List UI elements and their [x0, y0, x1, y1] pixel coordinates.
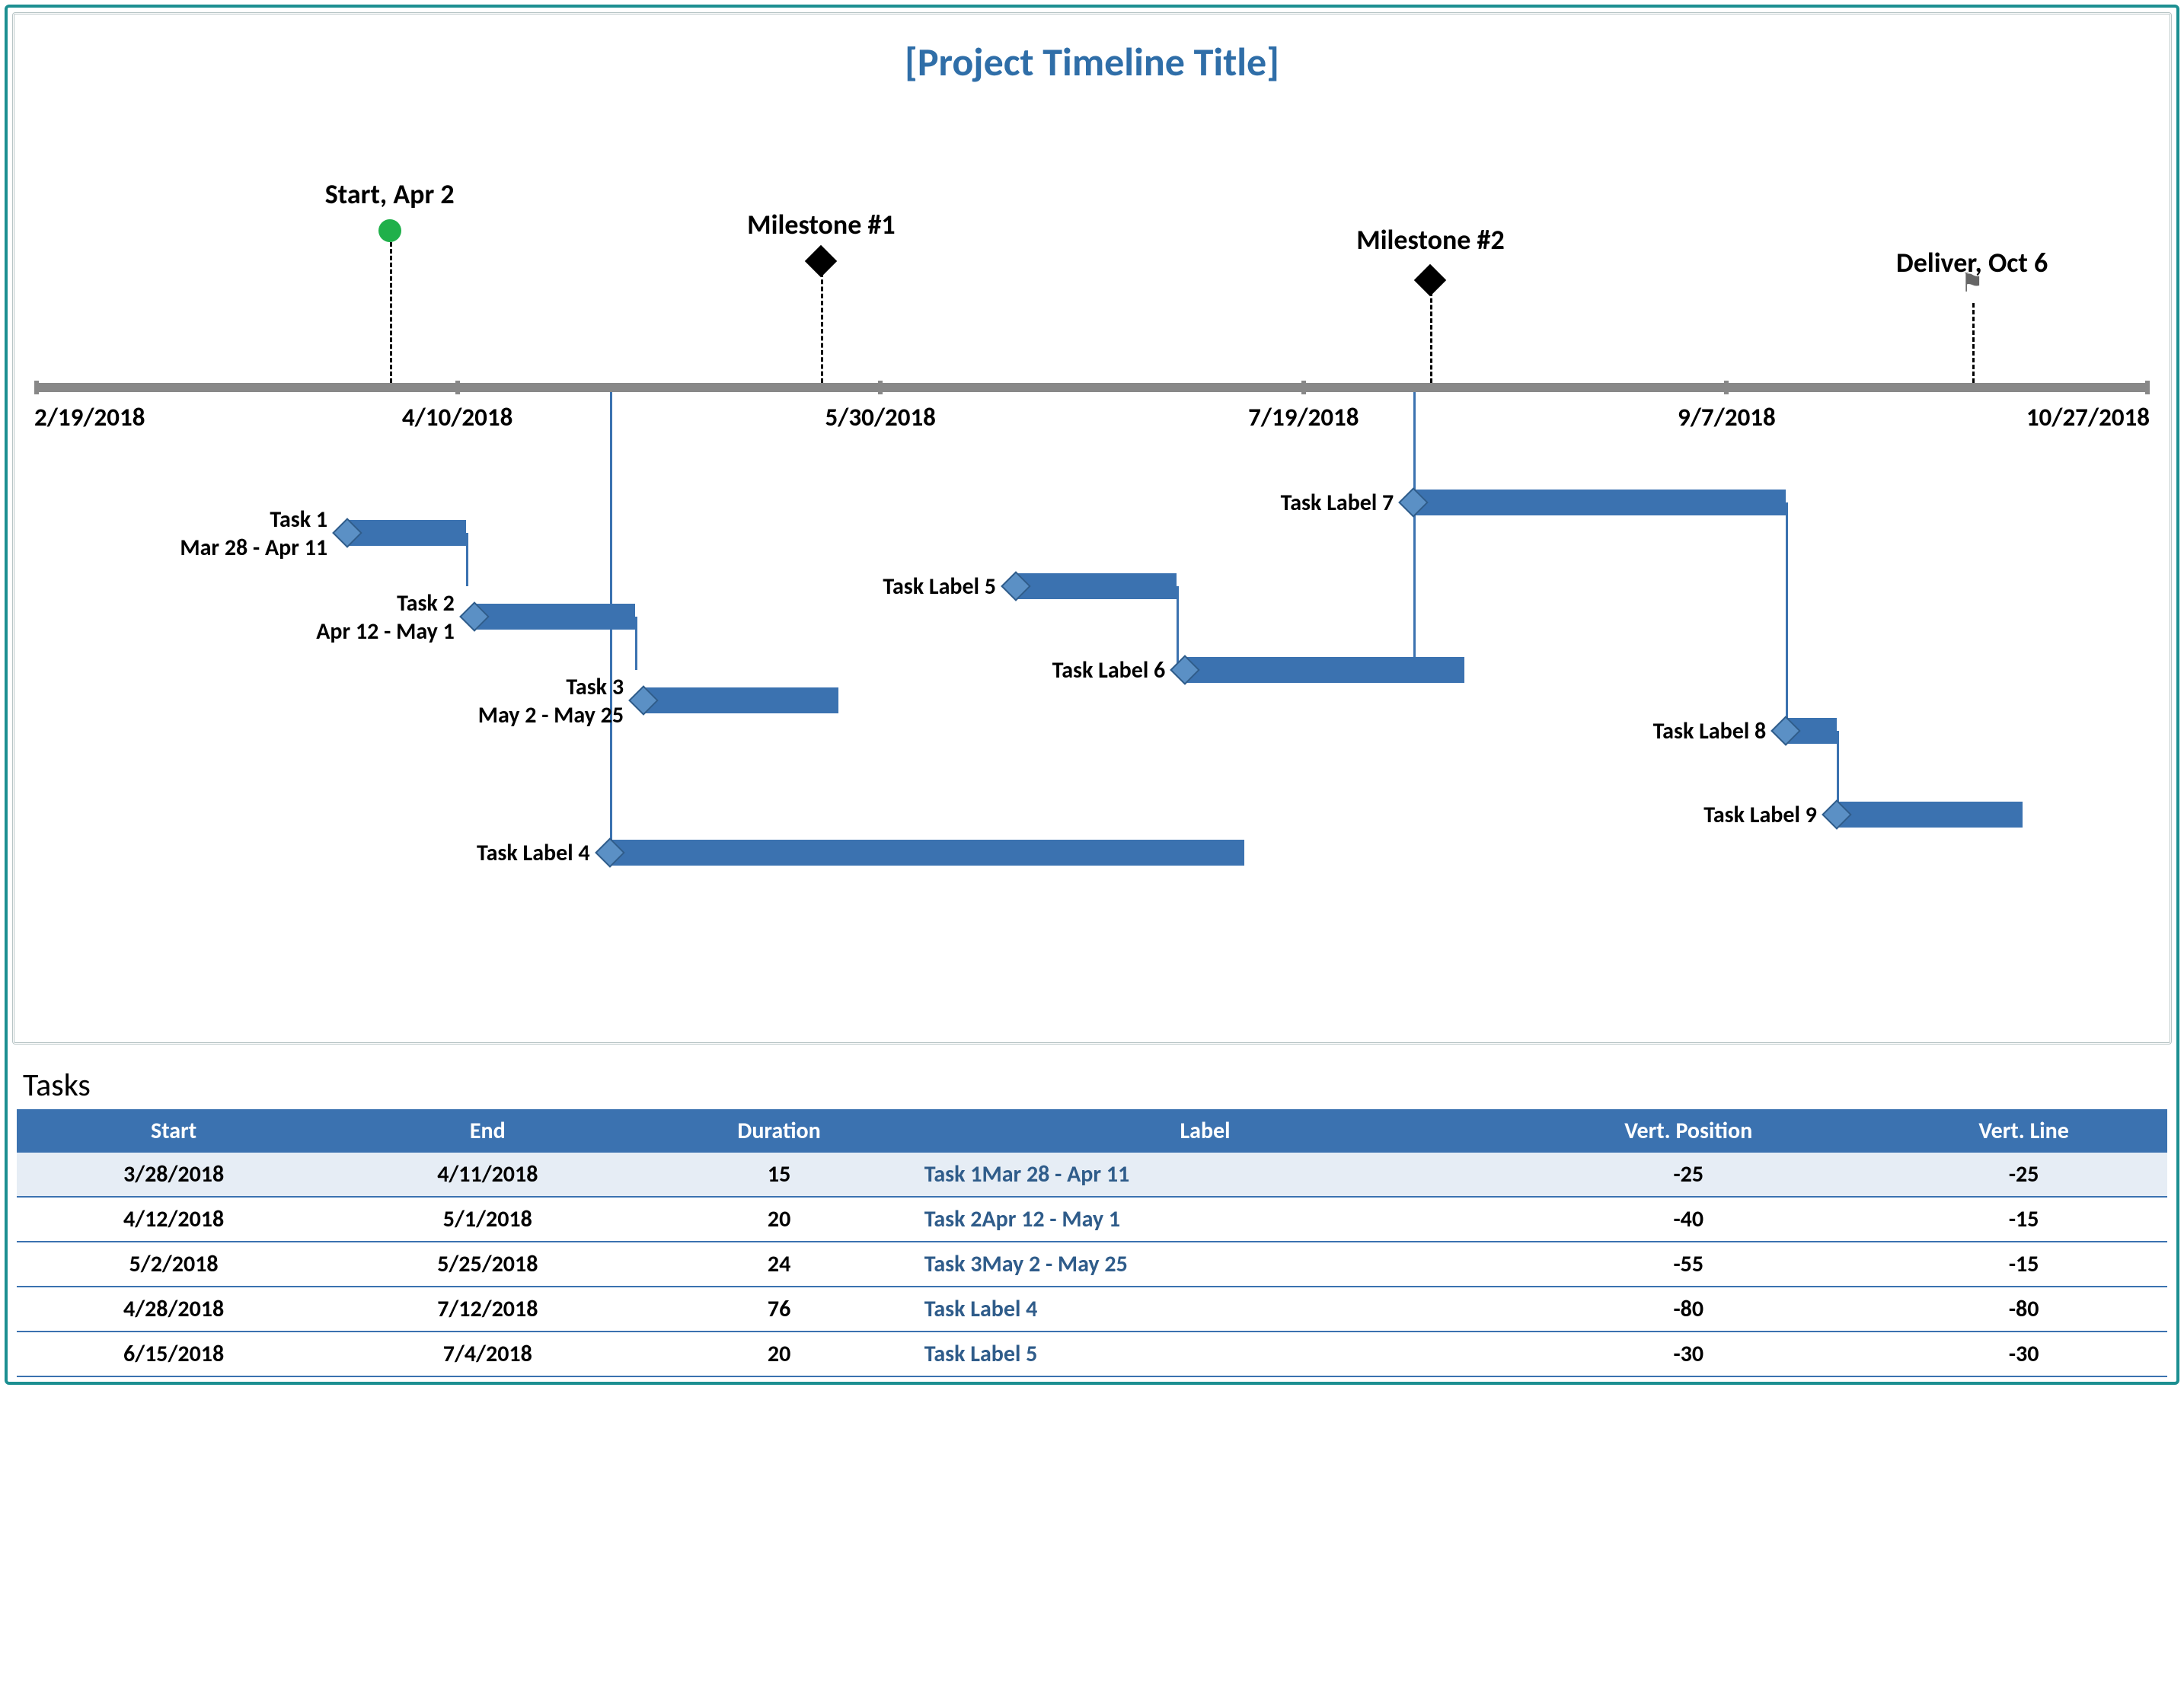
task-bar [1016, 573, 1177, 599]
table-cell: -80 [1496, 1287, 1880, 1332]
table-col-header: End [330, 1109, 644, 1153]
axis-tick-label: 9/7/2018 [1678, 402, 1776, 432]
table-cell: -25 [1880, 1153, 2167, 1197]
axis-tick-label: 7/19/2018 [1248, 402, 1359, 432]
task-connector [610, 392, 612, 853]
task-label: Task Label 5 [34, 572, 996, 601]
task-bar [1413, 490, 1786, 515]
table-col-header: Start [17, 1109, 330, 1153]
milestone-line [1430, 292, 1432, 383]
axis-tick-label: 2/19/2018 [34, 402, 145, 432]
table-cell: -80 [1880, 1287, 2167, 1332]
task-bar [1837, 802, 2023, 828]
task-bar [347, 520, 466, 546]
table-cell: -25 [1496, 1153, 1880, 1197]
table-cell: 5/1/2018 [330, 1197, 644, 1242]
milestone-line [1972, 303, 1975, 383]
table-row: 6/15/20187/4/201820Task Label 5-30-30 [17, 1332, 2167, 1376]
table-cell: 3/28/2018 [17, 1153, 330, 1197]
finish-flag-icon: ⚑ [1960, 268, 1983, 299]
chart-container: [Project Timeline Title] 2/19/2018 4/10/2… [12, 12, 2172, 1045]
task-connector [1413, 392, 1416, 670]
table-cell: Task 1Mar 28 - Apr 11 [914, 1153, 1496, 1197]
table-row: 3/28/20184/11/201815Task 1Mar 28 - Apr 1… [17, 1153, 2167, 1197]
timeline-axis [34, 383, 2150, 392]
table-cell: 7/12/2018 [330, 1287, 644, 1332]
table-body: 3/28/20184/11/201815Task 1Mar 28 - Apr 1… [17, 1153, 2167, 1376]
axis-tick-label: 5/30/2018 [825, 402, 935, 432]
table-cell: 7/4/2018 [330, 1332, 644, 1376]
task-label: Task Label 8 [34, 717, 1766, 745]
table-row: 5/2/20185/25/201824Task 3May 2 - May 25-… [17, 1242, 2167, 1287]
axis-tick-label: 10/27/2018 [2026, 402, 2150, 432]
table-cell: 6/15/2018 [17, 1332, 330, 1376]
table-cell: 24 [644, 1242, 913, 1287]
milestone-line [390, 242, 392, 383]
table-cell: Task 3May 2 - May 25 [914, 1242, 1496, 1287]
table-row: 4/28/20187/12/201876Task Label 4-80-80 [17, 1287, 2167, 1332]
milestone-diamond-icon [1414, 264, 1446, 296]
task-label: Task Label 4 [34, 839, 590, 867]
table-col-header: Duration [644, 1109, 913, 1153]
table-cell: -30 [1880, 1332, 2167, 1376]
timeline-chart: 2/19/2018 4/10/2018 5/30/2018 7/19/2018 9/7/… [34, 109, 2150, 1007]
milestone-label: Milestone #2 [1356, 223, 1504, 257]
table-cell: 20 [644, 1332, 913, 1376]
table-cell: -30 [1496, 1332, 1880, 1376]
tasks-heading: Tasks [23, 1066, 2172, 1105]
milestone-diamond-icon [805, 245, 837, 277]
table-cell: 4/12/2018 [17, 1197, 330, 1242]
table-cell: 76 [644, 1287, 913, 1332]
table-cell: -15 [1880, 1242, 2167, 1287]
table-col-header: Vert. Position [1496, 1109, 1880, 1153]
table-cell: -15 [1880, 1197, 2167, 1242]
task-label: Task Label 6 [34, 656, 1165, 684]
task-connector [1177, 586, 1179, 670]
task-bar [610, 840, 1244, 866]
table-cell: 15 [644, 1153, 913, 1197]
table-cell: -40 [1496, 1197, 1880, 1242]
table-col-header: Vert. Line [1880, 1109, 2167, 1153]
task-bar [1185, 657, 1464, 683]
axis-tick-label: 4/10/2018 [402, 402, 512, 432]
table-cell: 5/25/2018 [330, 1242, 644, 1287]
table-cell: 4/11/2018 [330, 1153, 644, 1197]
milestone-label: Milestone #1 [747, 208, 895, 241]
start-circle-icon [378, 219, 401, 242]
milestone-label: Start, Apr 2 [325, 177, 455, 211]
chart-title: [Project Timeline Title] [34, 37, 2150, 86]
task-label: Task Label 9 [34, 801, 1817, 829]
task-connector [1786, 502, 1788, 731]
task-label: Task Label 7 [34, 489, 1394, 517]
table-row: 4/12/20185/1/201820Task 2Apr 12 - May 1-… [17, 1197, 2167, 1242]
table-cell: Task 2Apr 12 - May 1 [914, 1197, 1496, 1242]
table-cell: 20 [644, 1197, 913, 1242]
milestone-line [821, 273, 823, 383]
table-header-row: StartEndDurationLabelVert. PositionVert.… [17, 1109, 2167, 1153]
table-cell: 4/28/2018 [17, 1287, 330, 1332]
table-col-header: Label [914, 1109, 1496, 1153]
table-cell: Task Label 4 [914, 1287, 1496, 1332]
table-cell: Task Label 5 [914, 1332, 1496, 1376]
tasks-table: StartEndDurationLabelVert. PositionVert.… [17, 1109, 2167, 1377]
table-cell: 5/2/2018 [17, 1242, 330, 1287]
table-cell: -55 [1496, 1242, 1880, 1287]
task-bar [643, 687, 838, 713]
